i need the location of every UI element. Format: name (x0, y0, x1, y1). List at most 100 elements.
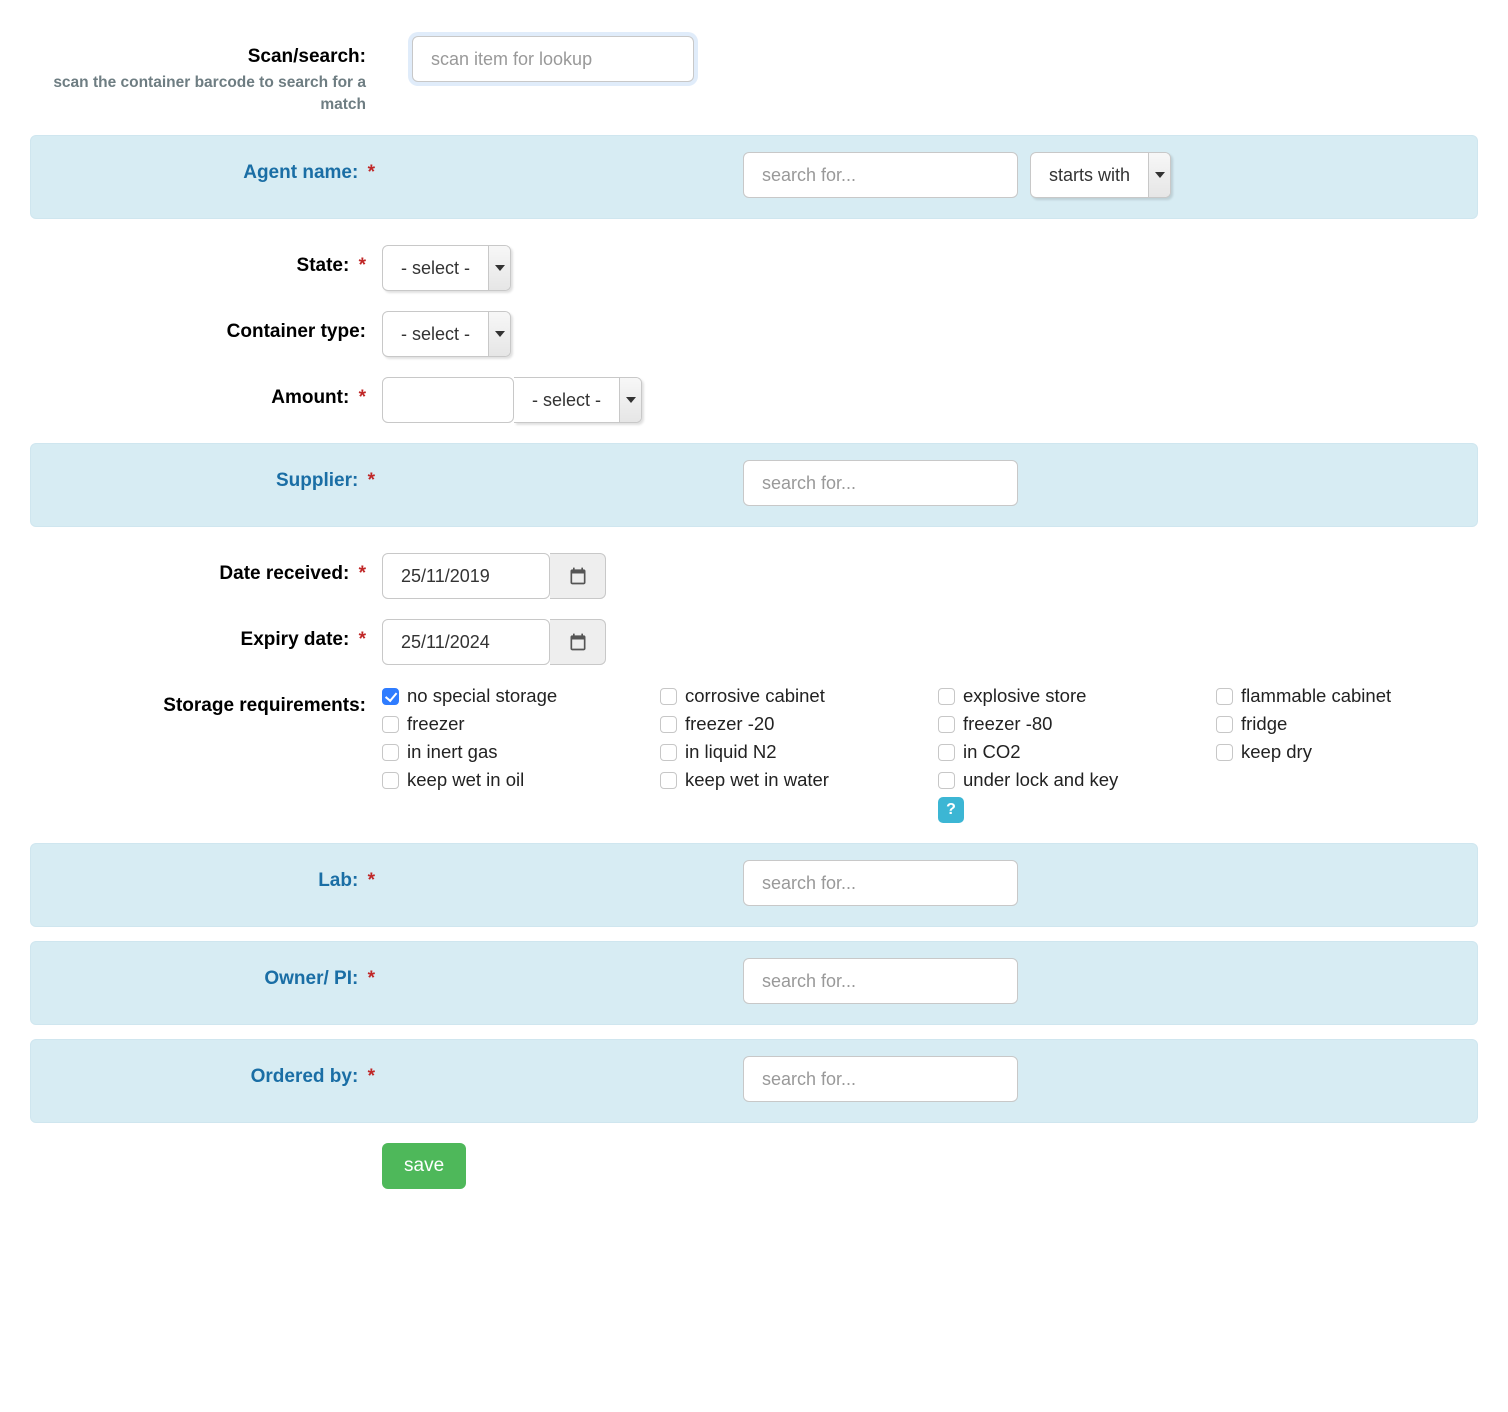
storage-option[interactable]: in CO2 (938, 741, 1200, 763)
lab-search-input[interactable] (743, 860, 1018, 906)
label-expiry-date: Expiry date: * (30, 619, 382, 651)
label-agent: Agent name: * (39, 152, 391, 184)
row-storage: Storage requirements: no special storage… (30, 679, 1478, 829)
label-lab: Lab: * (39, 860, 391, 892)
label-storage: Storage requirements: (30, 685, 382, 717)
storage-option[interactable]: explosive store (938, 685, 1200, 707)
label-state: State: * (30, 245, 382, 277)
date-received-input[interactable] (382, 553, 550, 599)
row-date-received: Date received: * (30, 547, 1478, 605)
amount-label-text: Amount: (271, 387, 349, 408)
storage-option[interactable]: fridge (1216, 713, 1478, 735)
storage-option-label: in liquid N2 (685, 741, 777, 763)
panel-lab: Lab: * (30, 843, 1478, 927)
storage-label-text: Storage requirements: (163, 695, 366, 716)
storage-option-label: freezer (407, 713, 465, 735)
checkbox-icon (382, 744, 399, 761)
required-marker: * (368, 1066, 375, 1087)
container-type-select[interactable]: - select - (382, 311, 511, 357)
owner-label-text: Owner/ PI: (264, 968, 358, 989)
form: Scan/search: scan the container barcode … (30, 30, 1478, 1195)
required-marker: * (359, 255, 366, 276)
chevron-down-icon (488, 246, 510, 290)
required-marker: * (359, 563, 366, 584)
checkbox-icon (938, 716, 955, 733)
storage-option[interactable]: keep dry (1216, 741, 1478, 763)
row-container-type: Container type: - select - (30, 305, 1478, 363)
storage-option-label: freezer -20 (685, 713, 774, 735)
calendar-icon (568, 632, 588, 652)
required-marker: * (368, 162, 375, 183)
storage-option[interactable]: under lock and key (938, 769, 1200, 791)
storage-option[interactable]: flammable cabinet (1216, 685, 1478, 707)
storage-option-label: in inert gas (407, 741, 498, 763)
scan-hint: scan the container barcode to search for… (30, 72, 366, 115)
ordered-by-search-input[interactable] (743, 1056, 1018, 1102)
expiry-date-label-text: Expiry date: (241, 629, 350, 650)
panel-supplier: Supplier: * (30, 443, 1478, 527)
save-button[interactable]: save (382, 1143, 466, 1189)
checkbox-icon (1216, 716, 1233, 733)
container-type-value: - select - (383, 324, 488, 345)
ordered-by-label-text: Ordered by: (251, 1066, 359, 1087)
amount-unit-select[interactable]: - select - (514, 377, 642, 423)
storage-option[interactable]: in inert gas (382, 741, 644, 763)
calendar-icon (568, 566, 588, 586)
storage-option[interactable]: freezer -20 (660, 713, 922, 735)
storage-option-label: fridge (1241, 713, 1287, 735)
state-select[interactable]: - select - (382, 245, 511, 291)
storage-option-label: keep dry (1241, 741, 1312, 763)
panel-agent: Agent name: * starts with (30, 135, 1478, 219)
checkbox-icon (1216, 688, 1233, 705)
chevron-down-icon (619, 378, 641, 422)
row-save: save (30, 1137, 1478, 1195)
storage-option[interactable]: corrosive cabinet (660, 685, 922, 707)
required-marker: * (368, 968, 375, 989)
label-date-received: Date received: * (30, 553, 382, 585)
storage-option-label: keep wet in water (685, 769, 829, 791)
storage-option-label: in CO2 (963, 741, 1021, 763)
checkbox-icon (938, 744, 955, 761)
checkbox-icon (660, 688, 677, 705)
storage-option-label: explosive store (963, 685, 1086, 707)
checkbox-icon (938, 688, 955, 705)
expiry-date-group (382, 619, 606, 665)
date-received-label-text: Date received: (219, 563, 349, 584)
scan-input[interactable] (412, 36, 694, 82)
checkbox-icon (660, 744, 677, 761)
agent-match-select[interactable]: starts with (1030, 152, 1171, 198)
scan-label-text: Scan/search: (30, 46, 366, 68)
label-supplier: Supplier: * (39, 460, 391, 492)
agent-search-input[interactable] (743, 152, 1018, 198)
row-amount: Amount: * - select - (30, 371, 1478, 429)
required-marker: * (368, 870, 375, 891)
row-scan: Scan/search: scan the container barcode … (30, 30, 1478, 121)
storage-option-label: freezer -80 (963, 713, 1052, 735)
help-button[interactable]: ? (938, 797, 964, 823)
storage-option-label: flammable cabinet (1241, 685, 1391, 707)
storage-option-label: keep wet in oil (407, 769, 524, 791)
state-value: - select - (383, 258, 488, 279)
agent-match-label: starts with (1031, 165, 1148, 186)
storage-option[interactable]: in liquid N2 (660, 741, 922, 763)
agent-label-text: Agent name: (243, 162, 358, 183)
date-received-picker-button[interactable] (550, 553, 606, 599)
panel-owner: Owner/ PI: * (30, 941, 1478, 1025)
amount-input[interactable] (382, 377, 514, 423)
supplier-search-input[interactable] (743, 460, 1018, 506)
label-scan: Scan/search: scan the container barcode … (30, 36, 382, 115)
state-label-text: State: (297, 255, 350, 276)
storage-option[interactable]: keep wet in water (660, 769, 922, 791)
label-container-type: Container type: (30, 311, 382, 343)
storage-option[interactable]: keep wet in oil (382, 769, 644, 791)
owner-search-input[interactable] (743, 958, 1018, 1004)
storage-option[interactable]: no special storage (382, 685, 644, 707)
expiry-date-picker-button[interactable] (550, 619, 606, 665)
lab-label-text: Lab: (318, 870, 358, 891)
checkbox-icon (660, 716, 677, 733)
expiry-date-input[interactable] (382, 619, 550, 665)
storage-option[interactable]: freezer -80 (938, 713, 1200, 735)
required-marker: * (368, 470, 375, 491)
storage-grid: no special storage corrosive cabinet explo… (382, 685, 1478, 823)
storage-option[interactable]: freezer (382, 713, 644, 735)
